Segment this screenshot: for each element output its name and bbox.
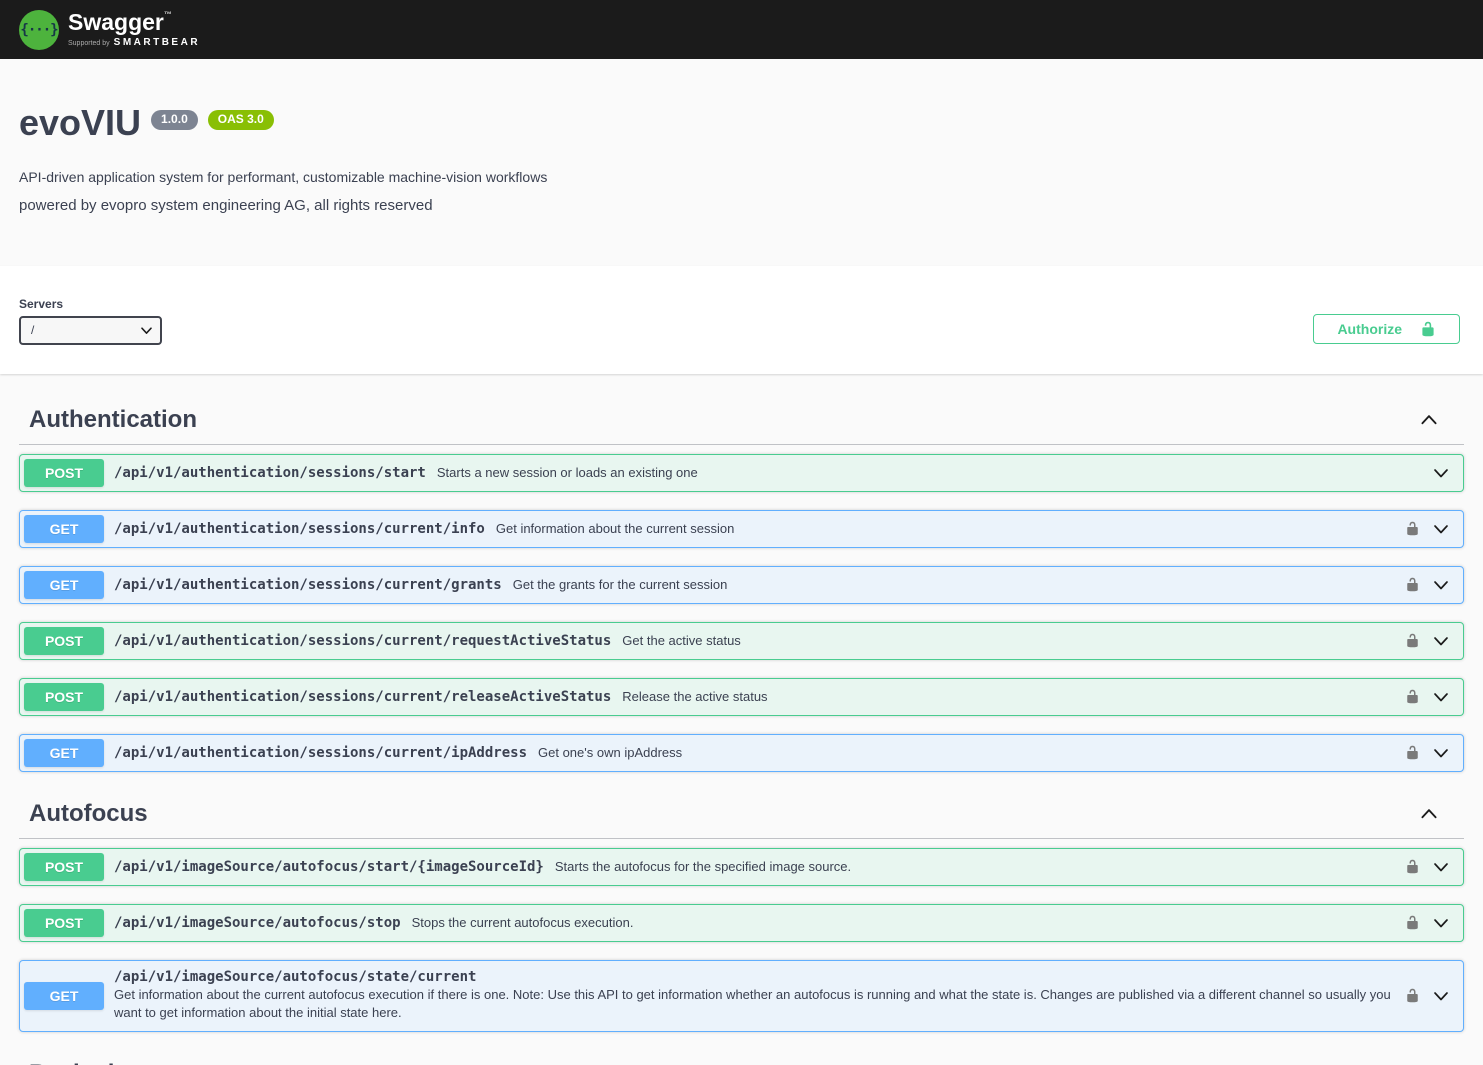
version-badge: 1.0.0 <box>151 110 198 130</box>
unlocked-padlock-icon[interactable] <box>1405 521 1420 536</box>
section-header-autofocus[interactable]: Autofocus <box>19 790 1464 839</box>
operation-info: /api/v1/imageSource/autofocus/start/{ima… <box>104 859 1405 875</box>
unlocked-padlock-icon[interactable] <box>1405 859 1420 874</box>
authorize-label: Authorize <box>1337 321 1402 337</box>
operation-info: /api/v1/authentication/sessions/current/… <box>104 577 1405 593</box>
operation-summary: Get information about the current sessio… <box>496 521 734 536</box>
operation-path: /api/v1/authentication/sessions/start <box>114 465 426 481</box>
operation-row[interactable]: GET/api/v1/imageSource/autofocus/state/c… <box>19 960 1464 1033</box>
method-badge: GET <box>24 515 104 543</box>
operation-path: /api/v1/authentication/sessions/current/… <box>114 521 485 537</box>
operation-path: /api/v1/imageSource/autofocus/stop <box>114 915 401 931</box>
chevron-up-icon[interactable] <box>1418 803 1440 825</box>
method-badge: POST <box>24 909 104 937</box>
method-badge: POST <box>24 627 104 655</box>
operation-row[interactable]: POST/api/v1/authentication/sessions/curr… <box>19 622 1464 660</box>
api-operations: Authentication POST/api/v1/authentication… <box>0 374 1483 1065</box>
operation-summary: Get one's own ipAddress <box>538 745 682 760</box>
operation-path: /api/v1/authentication/sessions/current/… <box>114 689 611 705</box>
operation-row[interactable]: POST/api/v1/authentication/sessions/curr… <box>19 678 1464 716</box>
chevron-down-icon[interactable] <box>1431 743 1451 763</box>
operations-list: POST/api/v1/authentication/sessions/star… <box>19 445 1464 772</box>
operation-summary: Release the active status <box>622 689 767 704</box>
operation-info: /api/v1/authentication/sessions/current/… <box>104 633 1405 649</box>
section-title: Basic data <box>29 1060 149 1065</box>
servers-select[interactable]: / <box>19 316 162 345</box>
operation-info: /api/v1/imageSource/autofocus/stop Stops … <box>104 915 1405 931</box>
method-badge: POST <box>24 853 104 881</box>
operation-info: /api/v1/authentication/sessions/start Sta… <box>104 465 1431 481</box>
unlocked-padlock-icon[interactable] <box>1405 577 1420 592</box>
section-header-authentication[interactable]: Authentication <box>19 396 1464 445</box>
swagger-logo-text: Swagger™ Supported by SMARTBEAR <box>68 11 200 48</box>
chevron-down-icon[interactable] <box>1431 575 1451 595</box>
unlocked-padlock-icon <box>1420 321 1436 337</box>
unlocked-padlock-icon[interactable] <box>1405 915 1420 930</box>
chevron-down-icon[interactable] <box>1431 913 1451 933</box>
smartbear-label: SMARTBEAR <box>114 37 200 48</box>
trademark-symbol: ™ <box>164 10 172 19</box>
brand-name: Swagger <box>68 9 164 35</box>
section-title: Authentication <box>29 406 197 434</box>
operation-summary: Starts the autofocus for the specified i… <box>555 859 851 874</box>
chevron-up-icon[interactable] <box>1418 409 1440 431</box>
unlocked-padlock-icon[interactable] <box>1405 633 1420 648</box>
section-header-basic-data[interactable]: Basic data <box>19 1050 1464 1065</box>
section-title: Autofocus <box>29 800 148 828</box>
operation-summary: Get information about the current autofo… <box>114 986 1405 1024</box>
operation-path: /api/v1/authentication/sessions/current/… <box>114 633 611 649</box>
authorize-button[interactable]: Authorize <box>1313 314 1460 344</box>
operation-summary: Get the active status <box>622 633 741 648</box>
operation-path: /api/v1/imageSource/autofocus/state/curr… <box>114 969 476 985</box>
unlocked-padlock-icon[interactable] <box>1405 689 1420 704</box>
operation-summary: Starts a new session or loads an existin… <box>437 465 698 480</box>
method-badge: POST <box>24 683 104 711</box>
operations-list: POST/api/v1/imageSource/autofocus/start/… <box>19 839 1464 1033</box>
operation-summary: Get the grants for the current session <box>513 577 728 592</box>
supported-by-label: Supported by <box>68 40 110 47</box>
operation-row[interactable]: GET/api/v1/authentication/sessions/curre… <box>19 510 1464 548</box>
chevron-down-icon[interactable] <box>1431 986 1451 1006</box>
swagger-logo-icon: {···} <box>19 10 59 50</box>
operation-info: /api/v1/authentication/sessions/current/… <box>104 745 1405 761</box>
operation-summary: Stops the current autofocus execution. <box>412 915 634 930</box>
method-badge: GET <box>24 739 104 767</box>
topbar: {···} Swagger™ Supported by SMARTBEAR <box>0 0 1483 59</box>
chevron-down-icon[interactable] <box>1431 519 1451 539</box>
oas-badge: OAS 3.0 <box>208 110 274 130</box>
operation-row[interactable]: GET/api/v1/authentication/sessions/curre… <box>19 734 1464 772</box>
api-description: API-driven application system for perfor… <box>19 169 1464 185</box>
unlocked-padlock-icon[interactable] <box>1405 988 1420 1003</box>
operation-row[interactable]: POST/api/v1/authentication/sessions/star… <box>19 454 1464 492</box>
operation-info: /api/v1/authentication/sessions/current/… <box>104 689 1405 705</box>
operation-row[interactable]: GET/api/v1/authentication/sessions/curre… <box>19 566 1464 604</box>
operation-row[interactable]: POST/api/v1/imageSource/autofocus/stop St… <box>19 904 1464 942</box>
chevron-down-icon[interactable] <box>1431 463 1451 483</box>
operation-path: /api/v1/authentication/sessions/current/… <box>114 577 502 593</box>
operation-row[interactable]: POST/api/v1/imageSource/autofocus/start/… <box>19 848 1464 886</box>
operation-info: /api/v1/imageSource/autofocus/state/curr… <box>104 965 1405 1028</box>
api-info: evoVIU 1.0.0 OAS 3.0 API-driven applicat… <box>0 59 1483 266</box>
method-badge: GET <box>24 571 104 599</box>
operation-path: /api/v1/authentication/sessions/current/… <box>114 745 527 761</box>
page-title: evoVIU <box>19 103 141 143</box>
operation-info: /api/v1/authentication/sessions/current/… <box>104 521 1405 537</box>
swagger-logo-link[interactable]: {···} Swagger™ Supported by SMARTBEAR <box>19 10 200 50</box>
method-badge: POST <box>24 459 104 487</box>
servers-label: Servers <box>19 297 162 311</box>
chevron-down-icon[interactable] <box>1431 687 1451 707</box>
chevron-down-icon[interactable] <box>1431 631 1451 651</box>
api-copyright: powered by evopro system engineering AG,… <box>19 197 1464 214</box>
swagger-braces-glyph: {···} <box>20 22 57 38</box>
scheme-container: Servers / Authorize <box>0 266 1483 374</box>
method-badge: GET <box>24 982 104 1010</box>
chevron-down-icon[interactable] <box>1431 857 1451 877</box>
servers-block: Servers / <box>19 297 162 345</box>
operation-path: /api/v1/imageSource/autofocus/start/{ima… <box>114 859 544 875</box>
unlocked-padlock-icon[interactable] <box>1405 745 1420 760</box>
